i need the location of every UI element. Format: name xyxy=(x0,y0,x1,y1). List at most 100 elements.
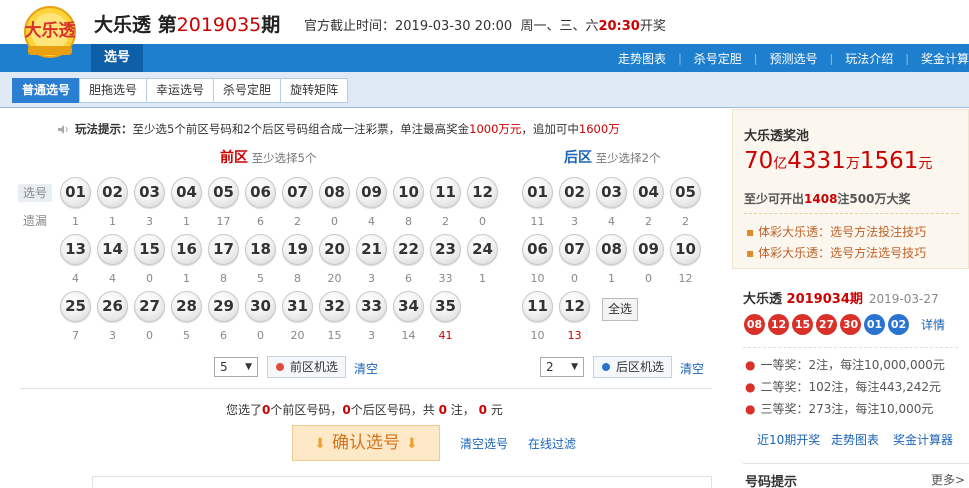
front-ball-01[interactable]: 01 xyxy=(60,177,91,208)
front-random-count-select[interactable]: 5 ▼ xyxy=(214,357,258,377)
front-missing-23: 33 xyxy=(438,272,453,285)
back-ball-10[interactable]: 10 xyxy=(670,234,701,265)
summary-text: 您选了 xyxy=(226,403,263,417)
front-ball-09[interactable]: 09 xyxy=(356,177,387,208)
back-ball-02[interactable]: 02 xyxy=(559,177,590,208)
front-random-count: 5 xyxy=(220,360,228,374)
strategy-link-2-text: 体彩大乐透：选号方法选号技巧 xyxy=(758,246,927,260)
back-random-count-select[interactable]: 2 ▼ xyxy=(540,357,584,377)
sidebar: 大乐透奖池 70亿4331万1561元 至少可开出1408注500万大奖 ▪ 体彩… xyxy=(732,109,969,488)
prize-calculator-link[interactable]: 奖金计算器 xyxy=(893,431,953,448)
nav-separator: | xyxy=(753,51,758,65)
front-ball-10[interactable]: 10 xyxy=(393,177,424,208)
front-missing-28: 5 xyxy=(183,329,190,342)
front-ball-15[interactable]: 15 xyxy=(134,234,165,265)
nav-links: 走势图表 | 杀号定胆 | 预测选号 | 玩法介绍 | 奖金计算 xyxy=(618,44,969,72)
blue-dot-icon xyxy=(602,363,610,371)
front-ball-08[interactable]: 08 xyxy=(319,177,350,208)
back-ball-07[interactable]: 07 xyxy=(559,234,590,265)
front-ball-18[interactable]: 18 xyxy=(245,234,276,265)
back-ball-04[interactable]: 04 xyxy=(633,177,664,208)
front-ball-20[interactable]: 20 xyxy=(319,234,350,265)
tab-normal[interactable]: 普通选号 xyxy=(12,78,81,103)
back-missing-01: 11 xyxy=(530,215,545,228)
back-ball-03[interactable]: 03 xyxy=(596,177,627,208)
front-ball-32[interactable]: 32 xyxy=(319,291,350,322)
clear-selection-link[interactable]: 清空选号 xyxy=(460,435,508,452)
draw-detail-link[interactable]: 详情 xyxy=(921,316,945,333)
front-ball-11[interactable]: 11 xyxy=(430,177,461,208)
back-clear-link[interactable]: 清空 xyxy=(680,360,704,377)
front-ball-23[interactable]: 23 xyxy=(430,234,461,265)
front-ball-22[interactable]: 22 xyxy=(393,234,424,265)
back-ball-09[interactable]: 09 xyxy=(633,234,664,265)
recent-draws-link[interactable]: 近10期开奖 xyxy=(757,431,820,448)
front-ball-29[interactable]: 29 xyxy=(208,291,239,322)
back-random-button[interactable]: 后区机选 xyxy=(593,356,673,378)
front-zone-title: 前区 至少选择5个 xyxy=(220,147,316,167)
front-ball-13[interactable]: 13 xyxy=(60,234,91,265)
more-link[interactable]: 更多> xyxy=(931,471,965,488)
front-ball-02[interactable]: 02 xyxy=(97,177,128,208)
trend-chart-link[interactable]: 走势图表 xyxy=(831,431,879,448)
front-ball-26[interactable]: 26 xyxy=(97,291,128,322)
front-zone-name: 前区 xyxy=(220,150,248,166)
back-ball-01[interactable]: 01 xyxy=(522,177,553,208)
front-missing-19: 8 xyxy=(294,272,301,285)
front-ball-34[interactable]: 34 xyxy=(393,291,424,322)
front-ball-07[interactable]: 07 xyxy=(282,177,313,208)
front-ball-31[interactable]: 31 xyxy=(282,291,313,322)
back-ball-06[interactable]: 06 xyxy=(522,234,553,265)
front-ball-25[interactable]: 25 xyxy=(60,291,91,322)
strategy-link-1[interactable]: ▪ 体彩大乐透：选号方法投注技巧 xyxy=(746,223,926,240)
nav-current-select[interactable]: 选号 xyxy=(91,44,143,72)
strategy-link-2[interactable]: ▪ 体彩大乐透：选号方法选号技巧 xyxy=(746,244,926,261)
front-ball-35[interactable]: 35 xyxy=(430,291,461,322)
front-ball-12[interactable]: 12 xyxy=(467,177,498,208)
tab-kill[interactable]: 杀号定胆 xyxy=(213,78,282,103)
front-ball-24[interactable]: 24 xyxy=(467,234,498,265)
online-filter-link[interactable]: 在线过滤 xyxy=(528,435,576,452)
drawn-red-ball: 12 xyxy=(768,314,789,335)
front-ball-05[interactable]: 05 xyxy=(208,177,239,208)
dlt-logo[interactable]: 大乐透 xyxy=(14,2,86,58)
back-ball-11[interactable]: 11 xyxy=(522,291,553,322)
front-random-button[interactable]: 前区机选 xyxy=(267,356,347,378)
summary-text: 元 xyxy=(490,403,503,417)
front-ball-21[interactable]: 21 xyxy=(356,234,387,265)
front-missing-30: 0 xyxy=(257,329,264,342)
front-ball-06[interactable]: 06 xyxy=(245,177,276,208)
bullet-icon: ● xyxy=(745,402,756,416)
confirm-selection-button[interactable]: ⬇ 确认选号 ⬇ xyxy=(292,425,440,461)
tab-dantuo[interactable]: 胆拖选号 xyxy=(79,78,148,103)
back-ball-12[interactable]: 12 xyxy=(559,291,590,322)
back-ball-05[interactable]: 05 xyxy=(670,177,701,208)
front-ball-14[interactable]: 14 xyxy=(97,234,128,265)
back-missing-05: 2 xyxy=(682,215,689,228)
front-clear-link[interactable]: 清空 xyxy=(354,360,378,377)
front-ball-28[interactable]: 28 xyxy=(171,291,202,322)
nav-link-predict[interactable]: 预测选号 xyxy=(770,50,818,67)
tab-matrix[interactable]: 旋转矩阵 xyxy=(280,78,349,103)
tab-lucky[interactable]: 幸运选号 xyxy=(146,78,215,103)
last-draw-issue: 2019034期 xyxy=(786,292,863,307)
tip-text-1: 至少选5个前区号码和2个后区号码组合成一注彩票，单注最高奖金 xyxy=(132,122,470,136)
front-ball-17[interactable]: 17 xyxy=(208,234,239,265)
back-ball-08[interactable]: 08 xyxy=(596,234,627,265)
front-ball-33[interactable]: 33 xyxy=(356,291,387,322)
front-missing-05: 17 xyxy=(216,215,231,228)
front-ball-19[interactable]: 19 xyxy=(282,234,313,265)
front-missing-21: 3 xyxy=(368,272,375,285)
nav-link-trend[interactable]: 走势图表 xyxy=(618,50,666,67)
divider xyxy=(743,347,958,348)
nav-link-kill[interactable]: 杀号定胆 xyxy=(694,50,742,67)
front-missing-16: 1 xyxy=(183,272,190,285)
front-ball-04[interactable]: 04 xyxy=(171,177,202,208)
back-select-all-button[interactable]: 全选 xyxy=(602,298,638,321)
front-ball-27[interactable]: 27 xyxy=(134,291,165,322)
front-ball-30[interactable]: 30 xyxy=(245,291,276,322)
nav-link-rules[interactable]: 玩法介绍 xyxy=(845,50,893,67)
front-ball-03[interactable]: 03 xyxy=(134,177,165,208)
nav-link-calc[interactable]: 奖金计算 xyxy=(921,50,969,67)
front-ball-16[interactable]: 16 xyxy=(171,234,202,265)
